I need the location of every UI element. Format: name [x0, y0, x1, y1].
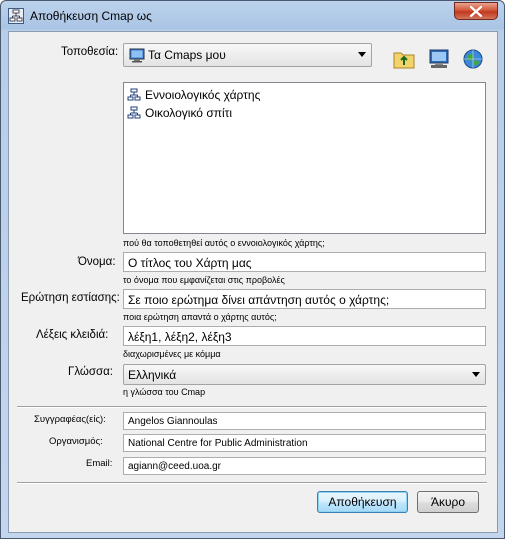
organization-input[interactable]: National Centre for Public Administratio…: [123, 434, 486, 452]
close-button[interactable]: [454, 2, 498, 20]
authors-value: Angelos Giannoulas: [128, 416, 218, 427]
new-folder-button[interactable]: [427, 47, 451, 71]
window-title: Αποθήκευση Cmap ως: [30, 9, 152, 23]
cmap-file-list[interactable]: Εννοιολογικός χάρτης Οικολογικό σπίτι: [123, 82, 486, 234]
folder-up-icon: [393, 52, 415, 69]
title-bar[interactable]: Αποθήκευση Cmap ως: [1, 1, 504, 31]
cmap-file-icon: [127, 106, 141, 119]
language-selected: Ελληνικά: [128, 368, 177, 382]
email-label: Email:: [86, 458, 113, 469]
keywords-hint: διαχωρισμένες με κόμμα: [123, 349, 221, 359]
email-value: agiann@ceed.uoa.gr: [128, 461, 221, 472]
network-places-button[interactable]: [461, 47, 485, 71]
list-item[interactable]: Οικολογικό σπίτι: [127, 105, 232, 121]
close-icon: [470, 6, 482, 17]
list-item-label: Οικολογικό σπίτι: [145, 106, 233, 120]
organization-value: National Centre for Public Administratio…: [128, 438, 308, 449]
email-input[interactable]: agiann@ceed.uoa.gr: [123, 457, 486, 475]
location-selected: Τα Cmaps μου: [148, 48, 226, 62]
language-hint: η γλώσσα του Cmap: [123, 387, 206, 397]
authors-label: Συγγραφέας(είς):: [34, 414, 106, 425]
language-label: Γλώσσα:: [68, 366, 113, 378]
focus-question-value: Σε ποιο ερώτημα δίνει απάντηση αυτός ο χ…: [128, 293, 390, 307]
separator: [17, 406, 487, 408]
focus-question-input[interactable]: Σε ποιο ερώτημα δίνει απάντηση αυτός ο χ…: [123, 289, 486, 309]
keywords-label: Λέξεις κλειδιά:: [36, 329, 109, 341]
location-label: Τοποθεσία:: [61, 46, 119, 58]
computer-icon: [129, 48, 145, 63]
cmap-file-icon: [127, 88, 141, 101]
network-places-icon: [463, 49, 483, 69]
folder-up-button[interactable]: [392, 47, 416, 71]
focus-question-hint: ποια ερώτηση απαντά ο χάρτης αυτός;: [123, 312, 277, 322]
location-select[interactable]: Τα Cmaps μου: [123, 43, 372, 67]
dialog-body: Τοποθεσία: Τα Cmaps μου Εννοιολογικός χά…: [8, 31, 498, 533]
new-folder-icon: [429, 49, 449, 68]
language-select[interactable]: Ελληνικά: [123, 364, 486, 385]
name-hint: το όνομα που εμφανίζεται στις προβολές: [123, 275, 285, 285]
list-item[interactable]: Εννοιολογικός χάρτης: [127, 87, 260, 103]
file-list-hint: πού θα τοποθετηθεί αυτός ο εννοιολογικός…: [123, 238, 325, 248]
name-input[interactable]: Ο τίτλος του Χάρτη μας: [123, 252, 486, 272]
name-label: Όνομα:: [78, 256, 116, 268]
cmap-icon: [8, 8, 24, 24]
focus-question-label: Ερώτηση εστίασης:: [21, 292, 120, 304]
name-value: Ο τίτλος του Χάρτη μας: [128, 256, 252, 270]
keywords-input[interactable]: λέξη1, λέξη2, λέξη3: [123, 326, 486, 346]
save-dialog-window: Αποθήκευση Cmap ως Τοποθεσία: Τα Cmaps μ…: [0, 0, 505, 539]
chevron-down-icon: [472, 372, 480, 377]
cancel-button[interactable]: Άκυρο: [417, 491, 479, 513]
authors-input[interactable]: Angelos Giannoulas: [123, 412, 486, 430]
chevron-down-icon: [358, 52, 366, 57]
separator: [17, 482, 487, 484]
save-button[interactable]: Αποθήκευση: [317, 491, 408, 513]
organization-label: Οργανισμός:: [49, 436, 103, 447]
list-item-label: Εννοιολογικός χάρτης: [145, 88, 261, 102]
keywords-value: λέξη1, λέξη2, λέξη3: [128, 330, 232, 344]
